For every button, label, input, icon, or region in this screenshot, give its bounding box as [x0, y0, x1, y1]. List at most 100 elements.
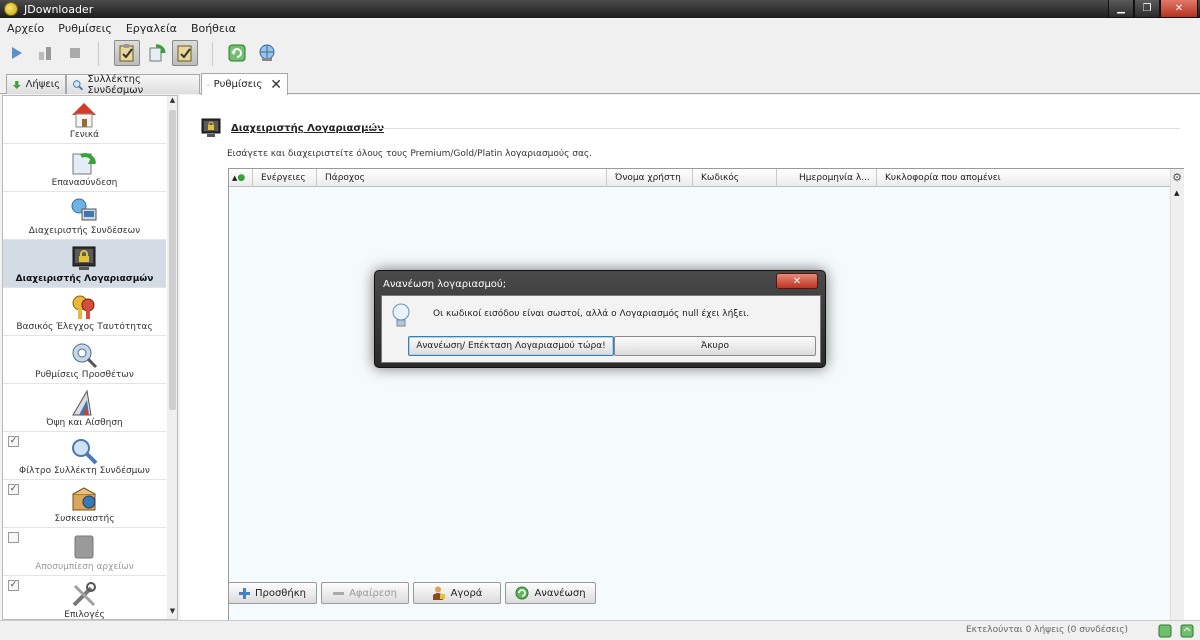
plus-icon [238, 587, 250, 599]
jdownloader-logo-icon [4, 2, 18, 16]
tab-settings[interactable]: Ρυθμίσεις ✕ [201, 73, 288, 95]
column-actions[interactable]: Ενέργειες [253, 169, 317, 187]
connection-manager-icon [71, 198, 97, 221]
add-account-button[interactable]: Προσθήκη [228, 582, 317, 604]
column-password[interactable]: Κωδικός [693, 169, 777, 187]
tools-icon [72, 582, 96, 607]
minimize-icon: ▁ [1117, 3, 1125, 14]
section-divider [365, 128, 1180, 129]
menu-help[interactable]: Βοήθεια [184, 22, 243, 35]
remove-account-button[interactable]: Αφαίρεση [321, 582, 409, 604]
premium-icon [177, 45, 192, 62]
gear-icon[interactable]: ⚙ [1170, 169, 1184, 187]
button-label: Προσθήκη [254, 587, 306, 599]
menu-settings[interactable]: Ρυθμίσεις [51, 22, 119, 35]
tab-bar: Λήψεις Συλλέκτης Συνδέσμων Ρυθμίσεις ✕ [0, 72, 1200, 96]
column-enabled[interactable]: ▲● [229, 169, 253, 187]
restore-icon: ❐ [1142, 3, 1152, 14]
sidebar-item-label: Αποσυμπίεση αρχείων [35, 562, 134, 572]
toolbar-separator [98, 42, 99, 66]
column-username[interactable]: Όνομα χρήστη [607, 169, 693, 187]
linkgrabber-icon [72, 79, 84, 90]
button-label: Αφαίρεση [349, 587, 397, 599]
reconnect-icon [72, 153, 96, 175]
sidebar-item-linkgrabber-filter[interactable]: ✓ Φίλτρο Συλλέκτη Συνδέσμων [3, 432, 166, 480]
sidebar-item-reconnect[interactable]: Επανασύνδεση [3, 144, 166, 192]
stop-downloads-button[interactable] [62, 40, 88, 66]
buy-account-button[interactable]: Αγορά [413, 582, 501, 604]
sidebar-item-archive-extraction[interactable]: Αποσυμπίεση αρχείων [3, 528, 166, 576]
refresh-icon [228, 44, 246, 62]
maximize-button[interactable]: ❐ [1134, 0, 1160, 18]
menu-tools[interactable]: Εργαλεία [119, 22, 184, 35]
pause-downloads-button[interactable] [32, 40, 58, 66]
table-scrollbar[interactable]: ▲ ▼ [1170, 169, 1184, 640]
tab-downloads[interactable]: Λήψεις [6, 74, 66, 94]
reconnect-arrows-icon [149, 44, 166, 62]
home-icon [72, 103, 96, 128]
tab-label: Λήψεις [25, 79, 60, 90]
menu-file[interactable]: Αρχείο [0, 22, 51, 35]
sidebar-item-options[interactable]: ✓ Επιλογές [3, 576, 166, 620]
column-traffic-left[interactable]: Κυκλοφορία που απομένει [877, 169, 1170, 187]
premium-toggle-button[interactable] [172, 40, 198, 66]
sidebar-item-label: Διαχειριστής Συνδέσεων [28, 226, 141, 236]
account-manager-icon [201, 118, 221, 137]
sidebar-item-plugin-settings[interactable]: Ρυθμίσεις Προσθέτων [3, 336, 166, 384]
dialog-close-button[interactable]: ✕ [776, 273, 818, 289]
update-button[interactable] [254, 40, 280, 66]
scroll-up-icon[interactable]: ▲ [1174, 189, 1179, 197]
sidebar-item-label: Επανασύνδεση [51, 178, 118, 188]
menu-bar: Αρχείο Ρυθμίσεις Εργαλεία Βοήθεια [0, 19, 1200, 37]
section-title: Διαχειριστής Λογαριασμών [231, 123, 385, 134]
stop-icon [70, 48, 80, 58]
plugin-settings-icon [72, 343, 98, 369]
button-label: Αγορά [450, 587, 483, 599]
sidebar-item-label: Επιλογές [64, 610, 105, 620]
update-status-icon[interactable] [1180, 624, 1194, 638]
sidebar-item-label: Διαχειριστής Λογαριασμών [15, 274, 154, 284]
dialog-message: Οι κωδικοί εισόδου είναι σωστοί, αλλά ο … [433, 309, 750, 319]
refresh-accounts-button[interactable]: Ανανέωση [505, 582, 596, 604]
accounts-table[interactable]: ▲● Ενέργειες Πάροχος Όνομα χρήστη Κωδικό… [228, 168, 1184, 640]
scrollbar-thumb[interactable] [169, 110, 176, 410]
start-downloads-button[interactable] [4, 40, 30, 66]
sidebar-item-basic-auth[interactable]: Βασικός Έλεγχος Ταυτότητας [3, 288, 166, 336]
auto-reconnect-button[interactable] [144, 40, 170, 66]
close-tab-icon[interactable]: ✕ [270, 77, 282, 93]
globe-update-icon [259, 44, 275, 61]
minimize-button[interactable]: ▁ [1108, 0, 1134, 18]
sidebar-item-account-manager[interactable]: Διαχειριστής Λογαριασμών [3, 240, 166, 288]
sidebar-item-connection-manager[interactable]: Διαχειριστής Συνδέσεων [3, 192, 166, 240]
clipboard-observer-button[interactable] [114, 40, 140, 66]
renew-account-button[interactable]: Ανανέωση/ Επέκταση Λογαριασμού τώρα! [408, 336, 614, 356]
archive-extraction-icon [74, 535, 94, 559]
close-icon: ✕ [1174, 3, 1184, 14]
sidebar-item-look-and-feel[interactable]: Όψη και Αίσθηση [3, 384, 166, 432]
enabled-check-icon: ● [237, 173, 246, 183]
scroll-down-icon[interactable]: ▼ [167, 607, 177, 619]
packagizer-checkbox[interactable]: ✓ [8, 484, 19, 495]
sidebar-item-label: Όψη και Αίσθηση [46, 418, 123, 428]
reconnect-status-icon[interactable] [1158, 624, 1172, 638]
tab-label: Συλλέκτης Συνδέσμων [87, 73, 144, 96]
sidebar-item-general[interactable]: Γενικά [3, 96, 166, 144]
reconnect-button[interactable] [224, 40, 250, 66]
tab-linkgrabber[interactable]: Συλλέκτης Συνδέσμων [66, 73, 200, 96]
play-icon [12, 47, 22, 59]
look-and-feel-icon [72, 389, 92, 416]
linkgrabber-filter-checkbox[interactable]: ✓ [8, 436, 19, 447]
sidebar-scrollbar[interactable]: ▲ ▼ [167, 96, 177, 619]
keys-icon [72, 295, 95, 319]
options-checkbox[interactable]: ✓ [8, 580, 19, 591]
column-hoster[interactable]: Πάροχος [317, 169, 607, 187]
toolbar [0, 37, 1200, 71]
archive-extraction-checkbox[interactable] [8, 532, 19, 543]
tab-label: Ρυθμίσεις [213, 79, 263, 90]
column-expire-date[interactable]: Ημερομηνία λ... [777, 169, 877, 187]
table-header: ▲● Ενέργειες Πάροχος Όνομα χρήστη Κωδικό… [229, 169, 1170, 187]
scroll-up-icon[interactable]: ▲ [167, 96, 177, 108]
sidebar-item-packagizer[interactable]: ✓ Συσκευαστής [3, 480, 166, 528]
cancel-button[interactable]: Άκυρο [614, 336, 816, 356]
close-window-button[interactable]: ✕ [1160, 0, 1198, 18]
